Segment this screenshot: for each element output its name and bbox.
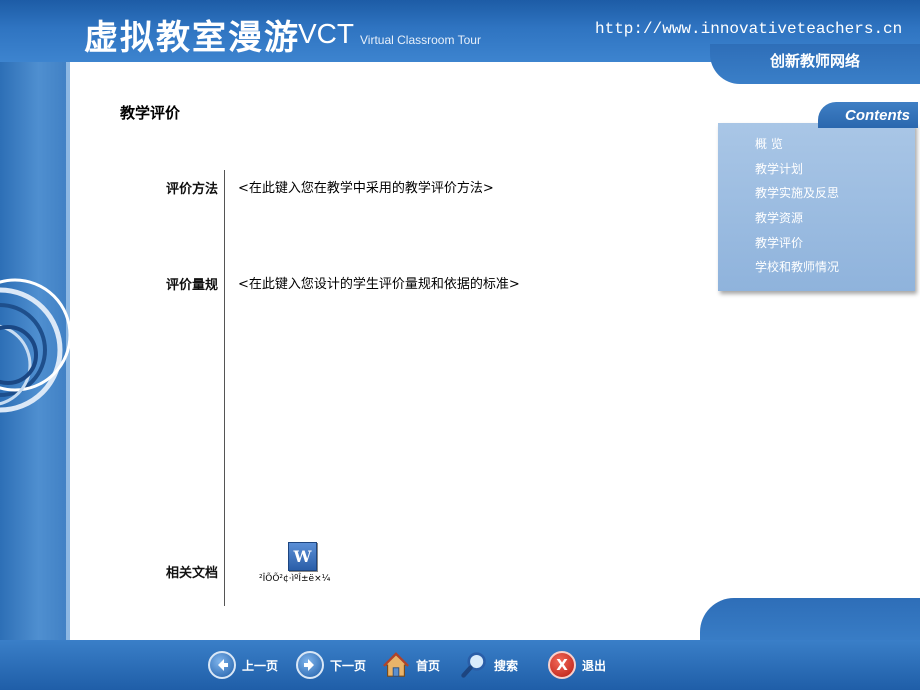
menu-item-overview[interactable]: 概 览 — [755, 134, 839, 159]
house-icon — [382, 651, 410, 679]
exit-label: 退出 — [582, 658, 607, 673]
home-button[interactable]: 首页 — [382, 647, 440, 683]
menu-item-evaluation[interactable]: 教学评价 — [755, 233, 839, 258]
prev-page-button[interactable]: 上一页 — [208, 647, 278, 683]
menu-item-resources[interactable]: 教学资源 — [755, 208, 839, 233]
search-button[interactable]: 搜索 — [460, 647, 518, 683]
magnifier-icon — [460, 651, 488, 679]
menu-item-implementation[interactable]: 教学实施及反思 — [755, 183, 839, 208]
prev-page-label: 上一页 — [242, 658, 279, 673]
next-page-label: 下一页 — [330, 658, 367, 673]
menu-item-school-teacher[interactable]: 学校和教师情况 — [755, 257, 839, 282]
section-label-method: 评价方法 — [165, 182, 218, 197]
contents-tab: Contents — [818, 102, 918, 128]
contents-menu: 概 览 教学计划 教学实施及反思 教学资源 教学评价 学校和教师情况 — [755, 134, 839, 282]
menu-item-teaching-plan[interactable]: 教学计划 — [755, 159, 839, 184]
app-title-abbr: VCT — [298, 18, 354, 49]
site-url-link[interactable]: http://www.innovativeteachers.cn — [595, 20, 902, 38]
page-title: 教学评价 — [120, 104, 181, 122]
section-label-related-docs: 相关文档 — [165, 566, 218, 581]
close-icon: X — [548, 651, 576, 679]
arrow-left-icon — [208, 651, 236, 679]
decorative-rings — [0, 255, 70, 445]
word-document-icon[interactable]: W — [288, 542, 317, 571]
next-page-button[interactable]: 下一页 — [296, 647, 366, 683]
rubric-text-field[interactable]: <在此键入您设计的学生评价量规和依据的标准> — [238, 273, 520, 292]
search-label: 搜索 — [494, 658, 519, 673]
section-label-rubric: 评价量规 — [165, 278, 218, 293]
method-text-field[interactable]: <在此键入您在教学中采用的教学评价方法> — [238, 177, 494, 196]
site-name: 创新教师网络 — [770, 52, 861, 70]
arrow-right-icon — [296, 651, 324, 679]
content-divider — [224, 170, 225, 606]
home-label: 首页 — [416, 658, 441, 673]
document-link[interactable]: ²ÎÕÕ²¢·ìºÎ±ë×¼ — [259, 574, 330, 584]
app-title: 虚拟教室漫游 — [84, 18, 300, 58]
exit-button[interactable]: X 退出 — [548, 647, 606, 683]
app-subtitle: Virtual Classroom Tour — [360, 33, 481, 47]
